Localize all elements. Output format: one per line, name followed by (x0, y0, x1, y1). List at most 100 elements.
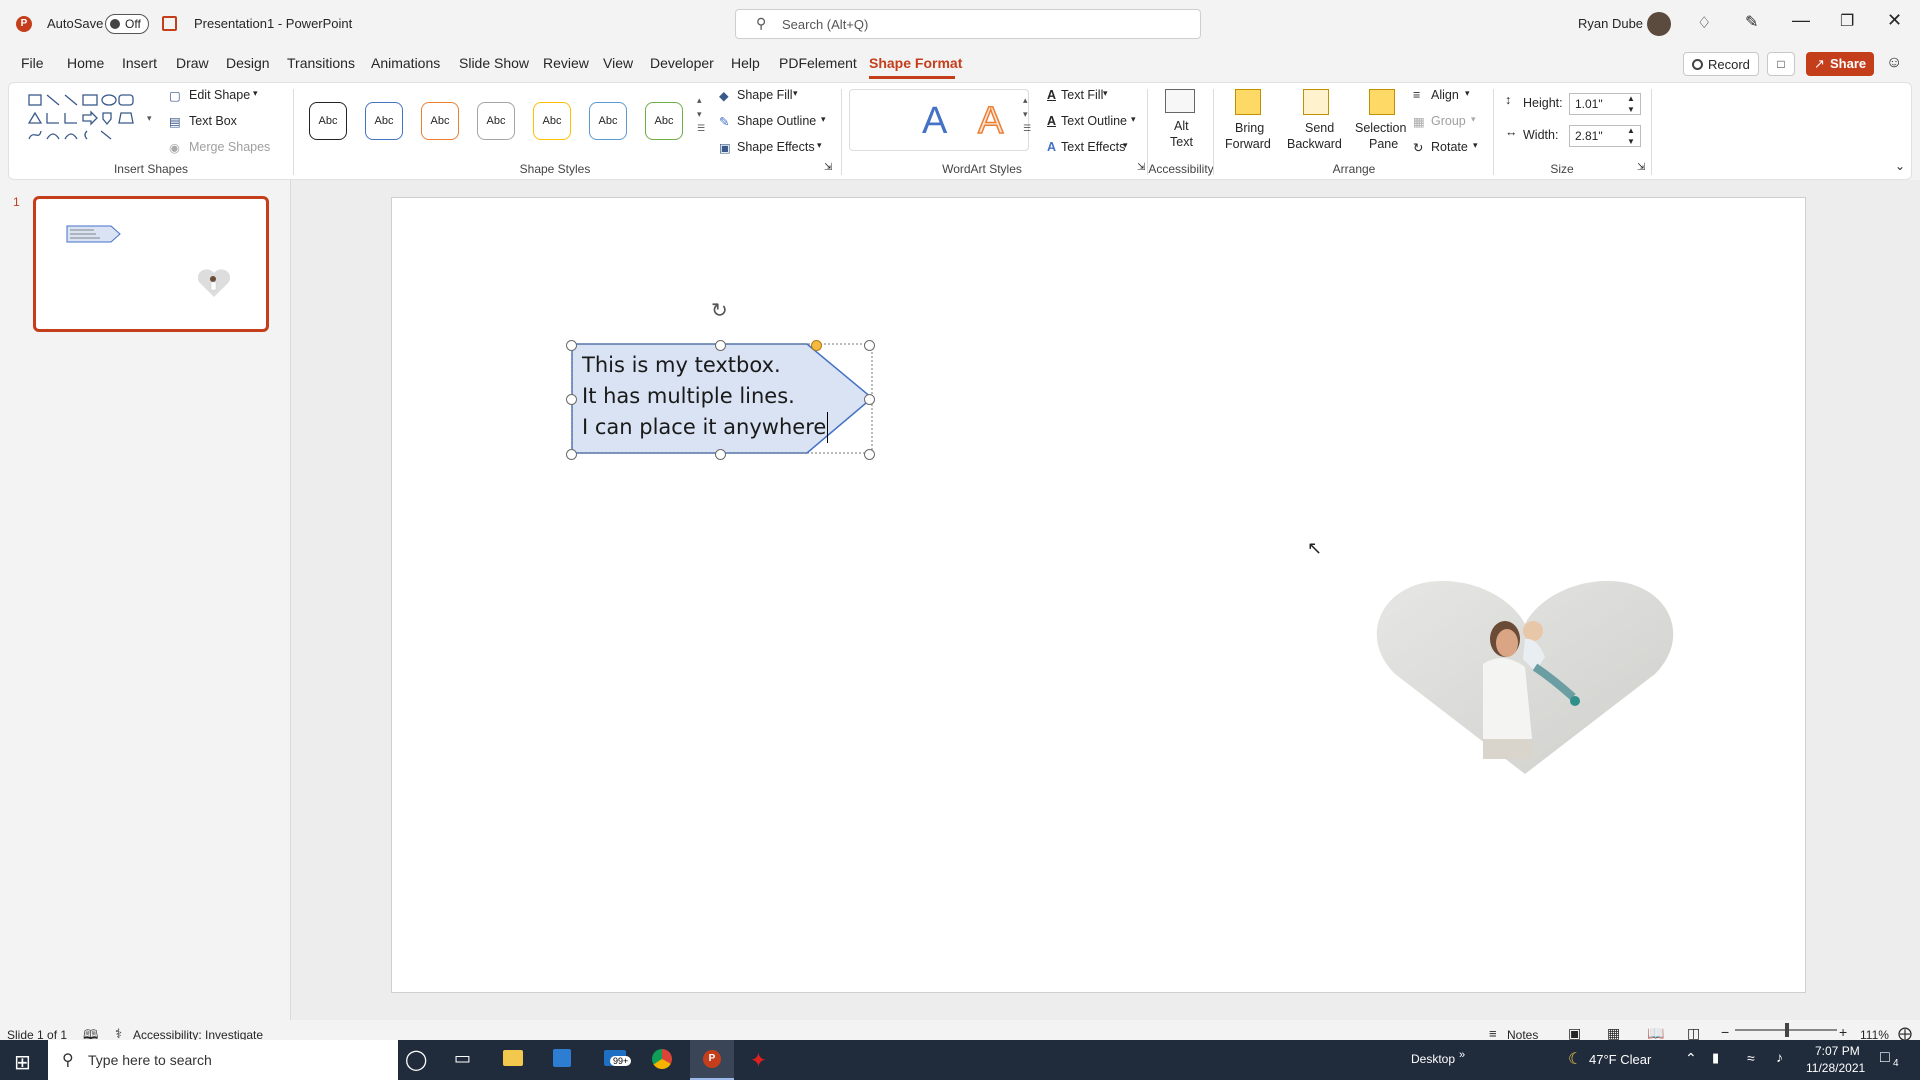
shape-style-lightblue[interactable]: Abc (589, 102, 627, 140)
alt-text-button[interactable]: Alt Text (1157, 87, 1203, 159)
clock-time[interactable]: 7:07 PM (1815, 1044, 1860, 1058)
merge-shapes-button[interactable]: Merge Shapes (189, 140, 270, 154)
text-fill-button[interactable]: Text Fill (1061, 88, 1103, 102)
rotate-button[interactable]: Rotate (1431, 140, 1468, 154)
weather-text[interactable]: 47°F Clear (1589, 1052, 1651, 1067)
selection-pane-button[interactable]: Selection Pane (1353, 87, 1411, 159)
tab-review[interactable]: Review (543, 55, 589, 71)
shape-adjust-handle[interactable] (811, 340, 822, 351)
zoom-in-icon[interactable]: + (1839, 1024, 1847, 1040)
tab-developer[interactable]: Developer (650, 55, 714, 71)
close-icon[interactable]: ✕ (1887, 10, 1902, 31)
search-box[interactable]: ⚲ Search (Alt+Q) (735, 9, 1201, 39)
shape-style-green[interactable]: Abc (645, 102, 683, 140)
shape-style-blue[interactable]: Abc (365, 102, 403, 140)
windows-start-icon[interactable]: ⊞ (14, 1050, 31, 1075)
user-name[interactable]: Ryan Dube (1578, 16, 1643, 31)
save-icon[interactable] (162, 16, 177, 31)
chevron-right-icon[interactable]: » (1459, 1049, 1465, 1061)
wordart-blue[interactable]: A (922, 100, 947, 143)
heart-photo[interactable] (1375, 579, 1675, 774)
chevron-up-icon[interactable]: ⌃ (1685, 1050, 1697, 1067)
desktop-toolbar[interactable]: Desktop (1411, 1052, 1455, 1066)
wifi-icon[interactable]: ≈ (1747, 1050, 1755, 1066)
slide-thumbnail[interactable] (33, 196, 269, 332)
avatar[interactable] (1647, 12, 1671, 36)
share-button[interactable]: ↗ Share (1806, 52, 1874, 76)
wordart-scroll-icon[interactable]: ▴ ▾ ☰ (1023, 93, 1031, 135)
tab-design[interactable]: Design (226, 55, 270, 71)
tab-pdfelement[interactable]: PDFelement (779, 55, 857, 71)
smiley-icon[interactable]: ☺ (1886, 54, 1902, 72)
resize-handle-bottom-left[interactable] (566, 449, 577, 460)
taskbar-search-box[interactable]: ⚲ Type here to search (48, 1040, 398, 1080)
tab-animations[interactable]: Animations (371, 55, 440, 71)
shape-style-gold[interactable]: Abc (533, 102, 571, 140)
tab-shape-format[interactable]: Shape Format (869, 55, 962, 71)
text-outline-button[interactable]: Text Outline (1061, 114, 1127, 128)
collapse-ribbon-icon[interactable]: ⌄ (1895, 159, 1905, 173)
dialog-launcher-icon[interactable]: ⇲ (1137, 162, 1145, 173)
store-icon[interactable] (553, 1049, 571, 1067)
text-effects-button[interactable]: Text Effects (1061, 140, 1125, 154)
battery-icon[interactable]: ▮ (1712, 1050, 1719, 1066)
diamond-icon[interactable]: ♢ (1697, 13, 1711, 33)
tab-draw[interactable]: Draw (176, 55, 209, 71)
tab-home[interactable]: Home (67, 55, 104, 71)
resize-handle-bottom-right[interactable] (864, 449, 875, 460)
file-explorer-icon[interactable] (503, 1050, 523, 1066)
autosave-toggle[interactable]: Off (105, 14, 149, 34)
tab-slide-show[interactable]: Slide Show (459, 55, 529, 71)
zoom-slider-thumb[interactable] (1785, 1023, 1789, 1037)
resize-handle-right[interactable] (864, 394, 875, 405)
rotate-handle-icon[interactable]: ↻ (711, 298, 728, 323)
chrome-icon[interactable] (652, 1049, 672, 1069)
shapes-gallery[interactable] (25, 91, 145, 149)
align-button[interactable]: Align (1431, 88, 1459, 102)
shapes-more-icon[interactable]: ▾ (147, 113, 152, 124)
tab-insert[interactable]: Insert (122, 55, 157, 71)
resize-handle-left[interactable] (566, 394, 577, 405)
powerpoint-taskbar-icon[interactable]: P (690, 1040, 734, 1080)
clock-date[interactable]: 11/28/2021 (1806, 1061, 1865, 1075)
text-box-button[interactable]: Text Box (189, 114, 237, 128)
resize-handle-top-right[interactable] (864, 340, 875, 351)
bring-forward-button[interactable]: Bring Forward (1221, 87, 1277, 159)
shape-outline-button[interactable]: Shape Outline (737, 114, 816, 128)
wordart-orange[interactable]: A (977, 99, 1004, 143)
resize-handle-top[interactable] (715, 340, 726, 351)
mail-icon[interactable]: 99+ (604, 1050, 632, 1066)
edit-shape-button[interactable]: Edit Shape (189, 88, 250, 102)
send-backward-button[interactable]: Send Backward (1285, 87, 1349, 159)
notification-icon[interactable]: □ (1880, 1049, 1890, 1067)
zoom-out-icon[interactable]: − (1721, 1024, 1729, 1040)
shape-style-gray[interactable]: Abc (477, 102, 515, 140)
minimize-icon[interactable]: — (1792, 10, 1810, 31)
shape-style-orange[interactable]: Abc (421, 102, 459, 140)
pen-icon[interactable]: ✎ (1745, 12, 1758, 32)
shape-style-black[interactable]: Abc (309, 102, 347, 140)
tab-file[interactable]: File (21, 55, 44, 71)
zoom-slider[interactable] (1735, 1023, 1837, 1037)
dialog-launcher-icon[interactable]: ⇲ (824, 162, 832, 173)
shape-effects-button[interactable]: Shape Effects (737, 140, 815, 154)
pdf-app-icon[interactable]: ✦ (750, 1048, 767, 1073)
record-button[interactable]: Record (1683, 52, 1759, 76)
volume-icon[interactable]: ♪ (1776, 1049, 1783, 1065)
resize-handle-bottom[interactable] (715, 449, 726, 460)
width-spinner-icon[interactable]: ▲ ▼ (1627, 125, 1635, 147)
tab-view[interactable]: View (603, 55, 633, 71)
task-view-icon[interactable]: ▭ (454, 1048, 471, 1069)
shape-fill-button[interactable]: Shape Fill (737, 88, 793, 102)
group-button[interactable]: Group (1431, 114, 1466, 128)
height-spinner-icon[interactable]: ▲ ▼ (1627, 93, 1635, 115)
slide-canvas[interactable]: This is my textbox. It has multiple line… (391, 197, 1806, 993)
restore-icon[interactable]: ❐ (1840, 11, 1854, 31)
cortana-icon[interactable]: ◯ (405, 1047, 427, 1072)
dialog-launcher-icon[interactable]: ⇲ (1637, 162, 1645, 173)
textbox-content[interactable]: This is my textbox. It has multiple line… (582, 350, 862, 443)
wordart-gallery[interactable]: A A (849, 89, 1029, 151)
tab-transitions[interactable]: Transitions (287, 55, 355, 71)
styles-scroll-icon[interactable]: ▴ ▾ ☰ (697, 93, 705, 135)
tab-help[interactable]: Help (731, 55, 760, 71)
